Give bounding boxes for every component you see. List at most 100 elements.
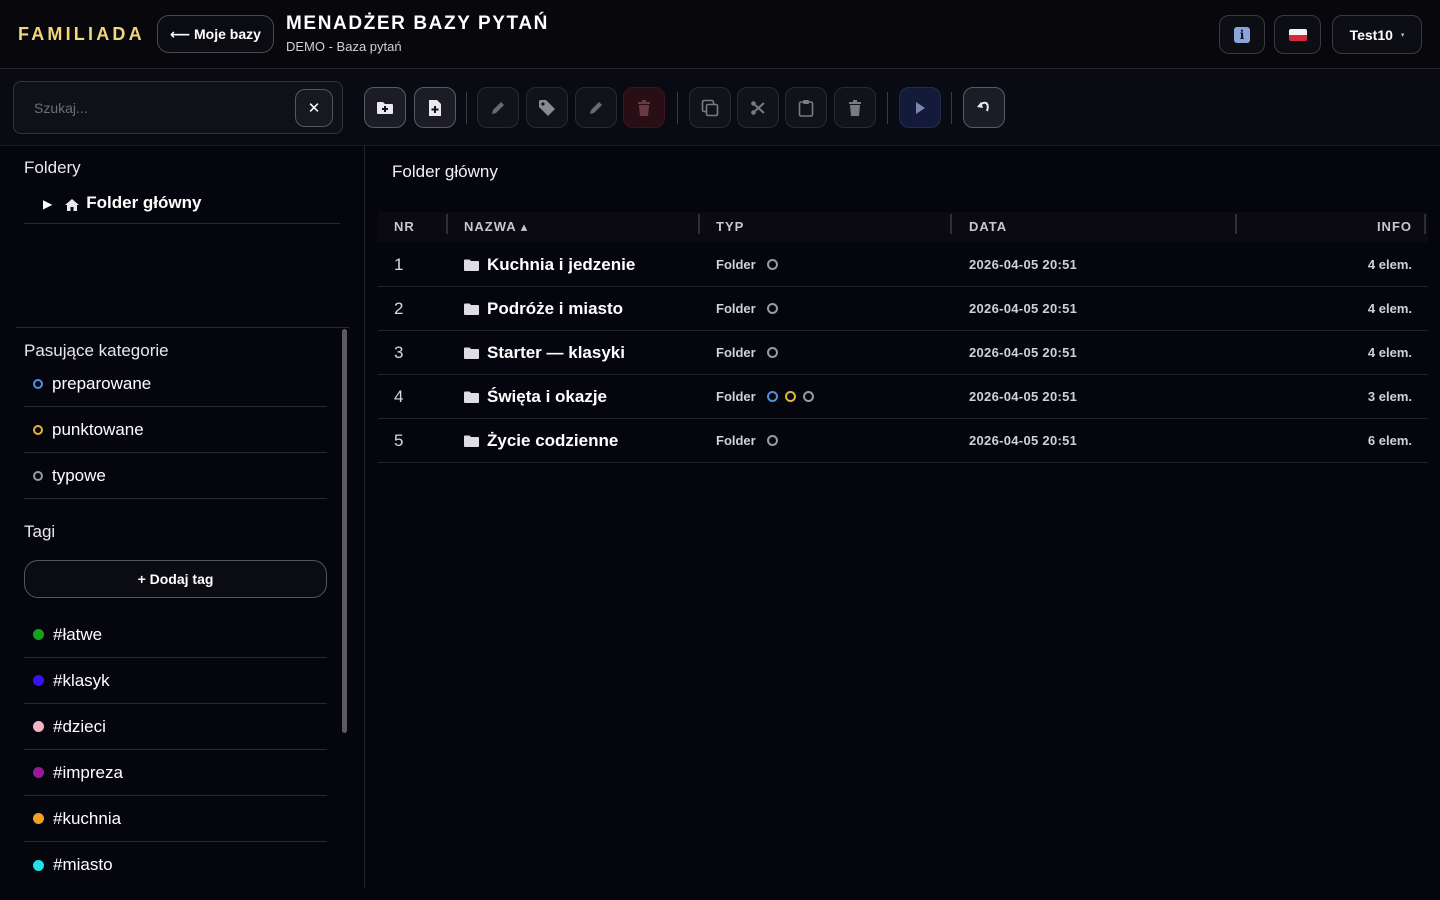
copy-icon (701, 99, 719, 116)
row-date: 2026-04-05 20:51 (969, 301, 1078, 316)
toolbar: ✕ (0, 69, 1440, 146)
categories-heading: Pasujące kategorie (24, 341, 169, 360)
play-button[interactable] (899, 87, 941, 128)
tag-item-dzieci[interactable]: #dzieci (24, 704, 327, 750)
delete-all-button[interactable] (834, 87, 876, 128)
top-bar: FAMILIADA ⟵ Moje bazy MENADŻER BAZY PYTA… (0, 0, 1440, 69)
tag-label: #impreza (53, 762, 123, 782)
row-name[interactable]: Podróże i miasto (464, 287, 623, 330)
toolbar-separator (951, 92, 952, 124)
tag-label: #łatwe (53, 624, 103, 644)
close-icon: ✕ (307, 100, 321, 117)
tag-item-klasyk[interactable]: #klasyk (24, 658, 327, 704)
search-input[interactable] (34, 98, 284, 118)
folder-plus-icon (377, 101, 393, 114)
row-date: 2026-04-05 20:51 (969, 389, 1078, 404)
cut-button[interactable] (737, 87, 779, 128)
tag-dot-icon (33, 813, 44, 824)
paste-button[interactable] (785, 87, 827, 128)
table-row[interactable]: 2 Podróże i miasto Folder 2026-04-05 20:51 4… (378, 287, 1428, 331)
trash-icon (638, 99, 650, 116)
category-label: punktowane (52, 419, 144, 439)
brand-logo: FAMILIADA (18, 24, 145, 44)
scissors-icon (751, 100, 765, 115)
column-header-date[interactable]: DATA (969, 219, 1007, 234)
folder-icon (464, 347, 479, 359)
toolbar-separator (677, 92, 678, 124)
column-header-nr[interactable]: NR (394, 219, 415, 234)
undo-button[interactable] (963, 87, 1005, 128)
home-icon (65, 199, 80, 211)
table-row[interactable]: 1 Kuchnia i jedzenie Folder 2026-04-05 20:5… (378, 243, 1428, 287)
table-row[interactable]: 3 Starter — klasyki Folder 2026-04-05 20:51… (378, 331, 1428, 375)
category-item-punktowane[interactable]: punktowane (24, 407, 327, 453)
tag-label: #dzieci (53, 716, 106, 736)
copy-button[interactable] (689, 87, 731, 128)
title-block: MENADŻER BAZY PYTAŃ DEMO - Baza pytań (286, 13, 549, 54)
tag-dot-icon (33, 629, 44, 640)
column-resizer[interactable] (1235, 214, 1237, 234)
row-number: 3 (394, 342, 404, 362)
row-categories (766, 435, 778, 446)
user-menu-button[interactable]: Test10 ▾ (1332, 15, 1422, 54)
row-name[interactable]: Starter — klasyki (464, 331, 625, 374)
category-item-typowe[interactable]: typowe (24, 453, 327, 499)
row-type-label: Folder (716, 389, 756, 404)
table-header: NR NAZWA ▴ TYP DATA INFO (378, 212, 1428, 242)
clear-search-button[interactable]: ✕ (295, 89, 333, 127)
tag-dot-icon (33, 859, 44, 871)
breadcrumb: Folder główny (392, 162, 498, 181)
row-name[interactable]: Życie codzienne (464, 419, 618, 462)
row-info: 6 elem. (1367, 433, 1412, 448)
tag-dot-icon (33, 675, 44, 686)
row-name-label: Podróże i miasto (487, 298, 624, 318)
column-header-type[interactable]: TYP (716, 219, 744, 234)
toolbar-separator (466, 92, 467, 124)
back-to-bases-button[interactable]: ⟵ Moje bazy (157, 15, 274, 53)
tag-label: #klasyk (53, 670, 110, 690)
file-plus-icon (429, 99, 441, 116)
rename-button[interactable] (477, 87, 519, 128)
folder-icon (464, 303, 479, 315)
language-button[interactable] (1274, 15, 1321, 54)
column-resizer[interactable] (446, 214, 448, 234)
category-ring-icon (766, 259, 778, 270)
category-ring-icon (766, 391, 778, 402)
folder-icon (464, 259, 479, 271)
tag-item-miasto[interactable]: #miasto (24, 842, 327, 888)
column-resizer[interactable] (1424, 214, 1426, 234)
tag-item-impreza[interactable]: #impreza (24, 750, 327, 796)
tag-label: #kuchnia (53, 808, 122, 828)
new-question-button[interactable] (414, 87, 456, 128)
delete-button[interactable] (623, 87, 665, 128)
tag-item-kuchnia[interactable]: #kuchnia (24, 796, 327, 842)
toolbar-separator (887, 92, 888, 124)
row-name[interactable]: Kuchnia i jedzenie (464, 243, 635, 286)
category-item-preparowane[interactable]: preparowane (24, 361, 327, 407)
pencil-icon (492, 101, 504, 114)
folder-tree-root[interactable]: ▶ Folder główny (24, 193, 340, 224)
add-tag-button[interactable]: + Dodaj tag (24, 560, 327, 598)
main-panel: Folder główny NR NAZWA ▴ TYP DATA INFO 1… (366, 146, 1440, 900)
tag-dot-icon (33, 767, 44, 778)
info-button[interactable]: i (1219, 15, 1265, 54)
row-categories (766, 391, 814, 402)
row-name[interactable]: Święta i okazje (464, 375, 607, 418)
row-name-label: Starter — klasyki (487, 342, 625, 362)
table-row[interactable]: 5 Życie codzienne Folder 2026-04-05 20:51 6 … (378, 419, 1428, 463)
row-type-label: Folder (716, 345, 756, 360)
sidebar-scrollbar[interactable] (342, 329, 347, 733)
row-type: Folder (716, 331, 778, 374)
table-row[interactable]: 4 Święta i okazje Folder 2026-04-05 20:51 3 … (378, 375, 1428, 419)
tag-item-latwe[interactable]: #łatwe (24, 612, 327, 658)
clipboard-icon (798, 99, 814, 117)
tag-button[interactable] (526, 87, 568, 128)
edit-button[interactable] (575, 87, 617, 128)
column-header-info[interactable]: INFO (1377, 219, 1412, 234)
column-resizer[interactable] (950, 214, 952, 234)
column-resizer[interactable] (698, 214, 700, 234)
new-folder-button[interactable] (364, 87, 406, 128)
column-header-name[interactable]: NAZWA ▴ (464, 219, 528, 235)
category-ring-icon (766, 303, 778, 314)
expand-triangle-icon[interactable]: ▶ (43, 197, 52, 211)
